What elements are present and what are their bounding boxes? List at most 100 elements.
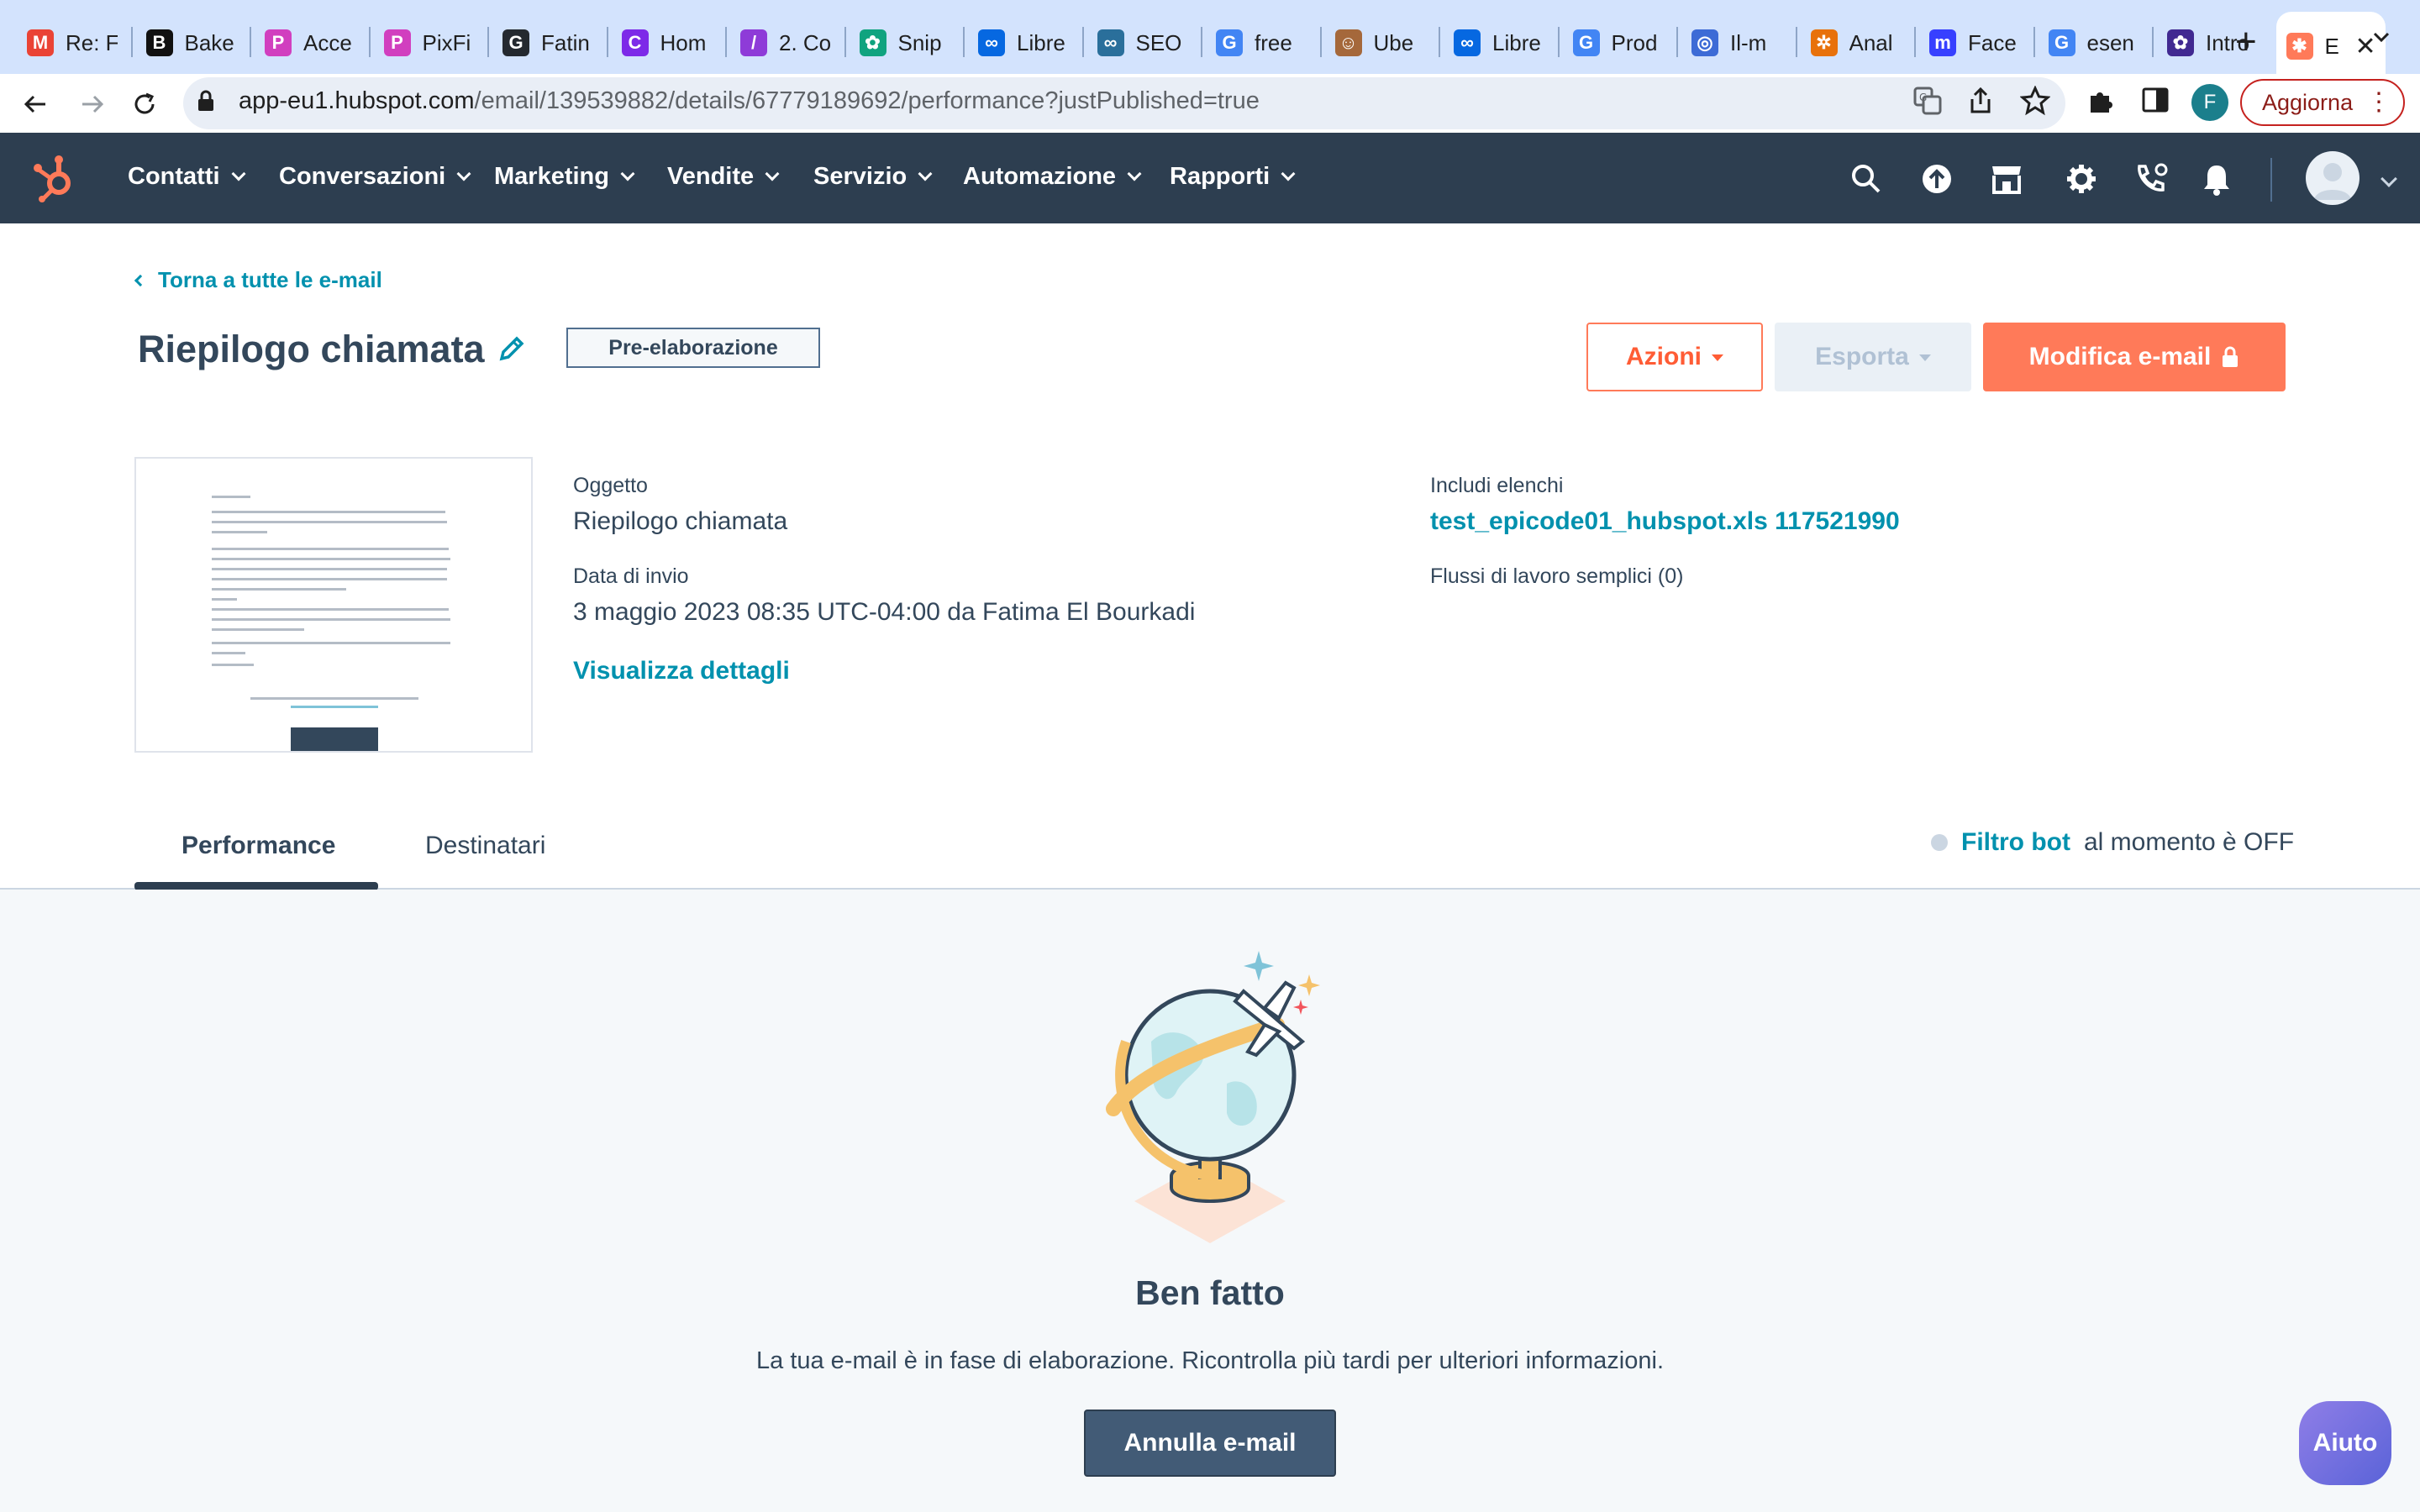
translate-icon[interactable]: G [1912, 86, 1943, 116]
tab-separator [606, 27, 608, 57]
browser-tab-title: 2. Co [779, 29, 831, 55]
tab-separator [1557, 27, 1560, 57]
looker-icon: ✲ [1810, 29, 1838, 56]
page-title: Riepilogo chiamata [138, 328, 485, 370]
nav-conversations[interactable]: Conversazioni [279, 163, 471, 191]
browser-tab[interactable]: B Bake [136, 18, 244, 67]
help-button[interactable]: Aiuto [2299, 1401, 2391, 1485]
nav-service[interactable]: Servizio [813, 163, 933, 191]
browser-tab[interactable]: ∞ Libre [968, 18, 1076, 67]
view-details-link[interactable]: Visualizza dettagli [573, 657, 790, 685]
included-list-link[interactable]: test_epicode01_hubspot.xls 117521990 [1430, 507, 1900, 536]
extensions-puzzle-icon[interactable] [2086, 86, 2116, 116]
browser-tab[interactable]: C Hom [612, 18, 719, 67]
browser-tab[interactable]: ☺ Ube [1325, 18, 1433, 67]
hubspot-logo-icon[interactable] [32, 151, 76, 203]
browser-tab[interactable]: G Prod [1563, 18, 1670, 67]
export-label: Esporta [1815, 343, 1909, 370]
calling-phone-icon[interactable] [2134, 163, 2170, 195]
bot-filter-link[interactable]: Filtro bot [1961, 828, 2070, 857]
tab-separator [1439, 27, 1440, 57]
browser-tab-title: Hom [660, 29, 707, 55]
subject-label: Oggetto [573, 474, 648, 497]
hubspot-icon: ✱ [2286, 33, 2313, 60]
browser-tab[interactable]: m Face [1919, 18, 2027, 67]
side-panel-icon[interactable] [2141, 86, 2170, 114]
new-tab-button[interactable]: + [2235, 22, 2257, 62]
url-path: /email/139539882/details/67779189692/per… [474, 87, 1260, 114]
browser-tab[interactable]: ◎ Il-m [1681, 18, 1789, 67]
bot-filter-text: al momento è OFF [2083, 828, 2295, 856]
browser-tab-title: Libre [1017, 29, 1065, 55]
tab-separator [2033, 27, 2035, 57]
bookmark-star-icon[interactable] [2020, 86, 2050, 116]
nav-sales[interactable]: Vendite [667, 163, 780, 191]
tab-separator [130, 27, 133, 57]
search-icon[interactable] [1850, 163, 1882, 195]
browser-tab-title: Snip [897, 29, 942, 55]
actions-dropdown-button[interactable]: Azioni [1586, 323, 1763, 391]
edit-name-pencil-icon[interactable] [497, 334, 526, 363]
browser-profile-avatar[interactable]: F [2191, 84, 2228, 121]
browser-tab[interactable]: P PixFi [374, 18, 481, 67]
tab-separator [963, 27, 965, 57]
browser-tab[interactable]: M Re: F [17, 18, 124, 67]
browser-tab[interactable]: P Acce [255, 18, 362, 67]
marketplace-icon[interactable] [1990, 163, 2023, 195]
nav-automation[interactable]: Automazione [963, 163, 1142, 191]
nav-marketing[interactable]: Marketing [494, 163, 635, 191]
simple-workflows-label: Flussi di lavoro semplici (0) [1430, 564, 1684, 588]
nav-reports[interactable]: Rapporti [1170, 163, 1296, 191]
meta-icon: ∞ [1454, 29, 1481, 56]
browser-tab[interactable]: ∞ Libre [1444, 18, 1551, 67]
pixfind-icon: P [265, 29, 292, 56]
reload-icon[interactable] [126, 86, 163, 123]
browser-tab[interactable]: Gfree [1206, 18, 1313, 67]
back-to-all-emails-link[interactable]: Torna a tutte le e-mail [134, 267, 382, 293]
browser-toolbar: app-eu1.hubspot.com/email/139539882/deta… [0, 74, 2420, 133]
more-vertical-icon[interactable]: ⋮ [2366, 87, 2391, 118]
chevron-down-icon [620, 166, 635, 181]
caret-down-icon [1712, 354, 1723, 361]
browser-tab[interactable]: ✿ Snip [850, 18, 957, 67]
browser-tab-title: Bake [184, 29, 234, 55]
subject-value: Riepilogo chiamata [573, 507, 788, 535]
user-avatar[interactable] [2306, 151, 2360, 205]
browser-tab-title: PixFi [422, 29, 471, 55]
email-preview-thumbnail[interactable] [134, 457, 533, 753]
browser-tab-title: Ube [1373, 29, 1414, 55]
send-date-value: 3 maggio 2023 08:35 UTC-04:00 da Fatima … [573, 598, 1196, 626]
browser-tab[interactable]: ✲ Anal [1801, 18, 1908, 67]
edit-email-button[interactable]: Modifica e-mail [1983, 323, 2286, 391]
browser-tab[interactable]: G Fatin [492, 18, 600, 67]
back-arrow-icon[interactable] [17, 86, 54, 123]
canva-icon: C [621, 29, 649, 56]
update-button-label: Aggiorna [2262, 89, 2354, 115]
browser-tab[interactable]: ✱ E ✕ [2275, 12, 2386, 81]
tab-recipients[interactable]: Destinatari [425, 832, 545, 860]
nav-contacts[interactable]: Contatti [128, 163, 246, 191]
export-dropdown-button[interactable]: Esporta [1775, 323, 1971, 391]
update-browser-button[interactable]: Aggiorna ⋮ [2240, 79, 2405, 126]
browser-tab-title: esen [2086, 29, 2134, 55]
tab-separator [368, 27, 371, 57]
account-menu-chevron-icon[interactable] [2381, 171, 2397, 187]
lock-icon[interactable] [197, 89, 215, 113]
cancel-email-button[interactable]: Annulla e-mail [1084, 1410, 1336, 1477]
github-icon: G [502, 29, 529, 56]
tab-search-chevron-icon[interactable] [2370, 25, 2393, 49]
notifications-bell-icon[interactable] [2202, 163, 2232, 197]
browser-tab[interactable]: ∞ SEO [1087, 18, 1195, 67]
forward-arrow-icon[interactable] [74, 86, 111, 123]
browser-tab[interactable]: Gesen [2039, 18, 2146, 67]
edit-email-label: Modifica e-mail [2028, 343, 2212, 370]
upgrade-arrow-icon[interactable] [1921, 163, 1953, 195]
browser-tab[interactable]: / 2. Co [730, 18, 838, 67]
nav-label: Conversazioni [279, 163, 446, 190]
share-icon[interactable] [1966, 86, 1995, 116]
url-host: app-eu1.hubspot.com [239, 87, 475, 114]
tab-performance[interactable]: Performance [182, 832, 335, 860]
url-text[interactable]: app-eu1.hubspot.com/email/139539882/deta… [239, 87, 1260, 115]
browser-tab-title: SEO [1135, 29, 1182, 55]
settings-gear-icon[interactable] [2065, 163, 2097, 195]
